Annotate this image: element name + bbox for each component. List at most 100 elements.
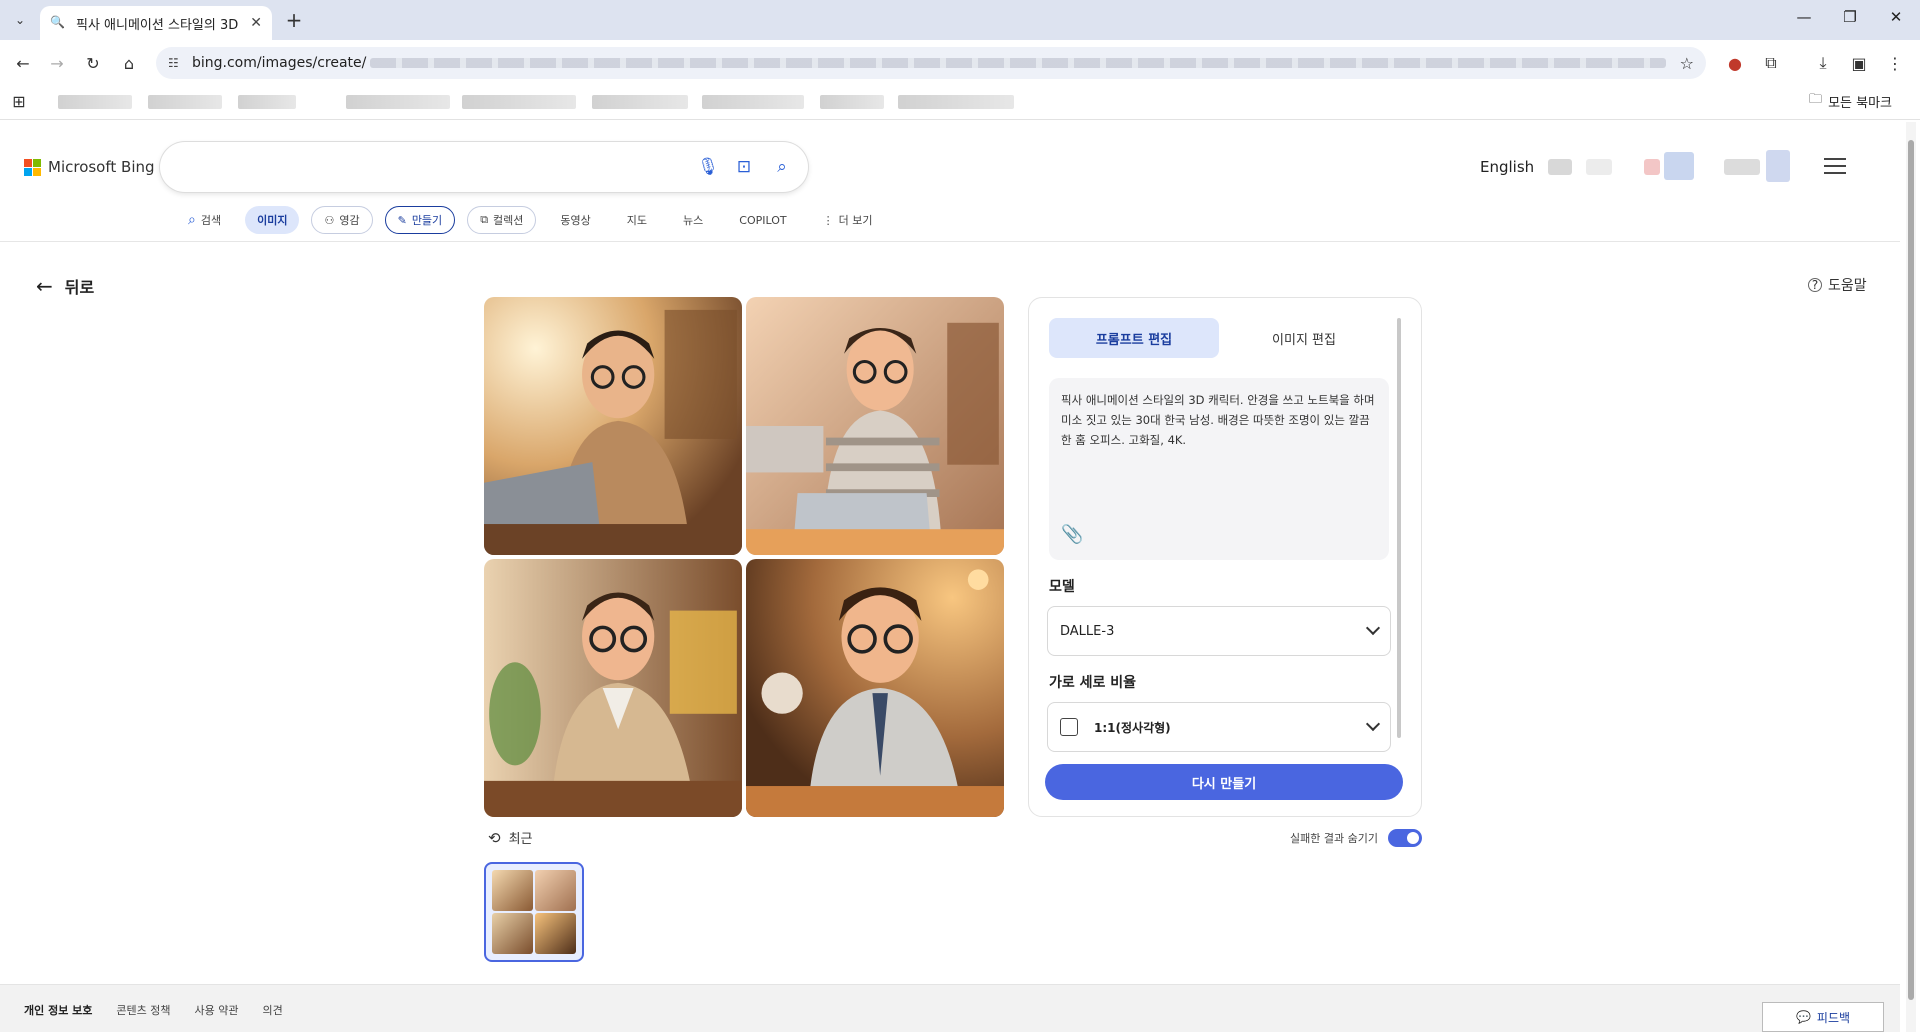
- new-tab-icon[interactable]: +: [282, 8, 306, 32]
- folder-icon: 🗀: [1809, 92, 1823, 107]
- apps-grid-icon[interactable]: ⊞: [6, 88, 32, 114]
- generated-image[interactable]: [484, 297, 742, 555]
- nav-collections[interactable]: ⧉ 컬렉션: [467, 206, 537, 234]
- tab-title: 픽사 애니메이션 스타일의 3D: [76, 17, 239, 33]
- feedback-button[interactable]: 💬 피드백: [1762, 1002, 1884, 1032]
- chrome-menu-icon[interactable]: ⋮: [1882, 50, 1908, 76]
- nav-images[interactable]: 이미지: [245, 206, 300, 234]
- blurred-header-item[interactable]: [1548, 159, 1572, 175]
- extension-icon[interactable]: ●: [1722, 50, 1748, 76]
- prompt-text: 픽사 애니메이션 스타일의 3D 캐릭터. 안경을 쓰고 노트북을 하며 미소 …: [1061, 393, 1375, 447]
- bing-logo[interactable]: Microsoft Bing: [24, 158, 155, 176]
- page-scrollbar[interactable]: [1906, 122, 1916, 1032]
- more-dots-icon: ⋮: [822, 213, 834, 227]
- model-select[interactable]: DALLE-3: [1047, 606, 1391, 656]
- tab-edit-prompt[interactable]: 프롬프트 편집: [1049, 318, 1219, 358]
- help-label: 도움말: [1828, 278, 1867, 294]
- close-tab-icon[interactable]: ✕: [250, 15, 262, 31]
- bookmark-star-icon[interactable]: ☆: [1680, 54, 1694, 73]
- browser-tab[interactable]: 🔍 픽사 애니메이션 스타일의 3D ✕: [40, 6, 272, 40]
- nav-label: 지도: [626, 214, 648, 227]
- recent-header: ⟲ 최근: [488, 828, 533, 848]
- blurred-header-item[interactable]: [1586, 159, 1612, 175]
- panel-scrollbar[interactable]: [1397, 318, 1401, 738]
- help-icon: ?: [1808, 278, 1822, 292]
- nav-inspiration[interactable]: ⚇ 영감: [311, 206, 373, 234]
- bookmark-item[interactable]: [238, 95, 296, 109]
- nav-create[interactable]: ✎ 만들기: [384, 206, 456, 234]
- all-bookmarks[interactable]: 🗀 모든 북마크: [1809, 90, 1892, 112]
- forward-nav-icon[interactable]: →: [44, 50, 70, 76]
- back-nav-icon[interactable]: ←: [10, 50, 36, 76]
- tab-edit-image[interactable]: 이미지 편집: [1219, 318, 1389, 358]
- recent-label: 최근: [508, 832, 533, 847]
- aspect-ratio-value: 1:1(정사각형): [1094, 720, 1171, 735]
- nav-label: 더 보기: [838, 214, 873, 227]
- bookmark-item[interactable]: [346, 95, 450, 109]
- nav-videos[interactable]: 동영상: [548, 206, 602, 234]
- menu-icon[interactable]: [1824, 158, 1846, 174]
- home-icon[interactable]: ⌂: [116, 50, 142, 76]
- footer-links: 개인 정보 보호 콘텐츠 정책 사용 약관 의견: [24, 1002, 283, 1018]
- nav-label: COPILOT: [739, 213, 787, 227]
- footer-link-privacy[interactable]: 개인 정보 보호: [24, 1002, 92, 1018]
- blurred-header-item[interactable]: [1644, 159, 1660, 175]
- rewards-icon[interactable]: [1664, 152, 1694, 180]
- thumbnail-image: [535, 870, 576, 911]
- search-icon[interactable]: ⌕: [770, 155, 794, 179]
- logo-text: Microsoft Bing: [48, 158, 155, 176]
- recent-thumbnail[interactable]: [484, 862, 584, 962]
- reload-icon[interactable]: ↻: [80, 50, 106, 76]
- attach-paperclip-icon[interactable]: 📎: [1061, 524, 1083, 545]
- address-bar[interactable]: ☷ bing.com/images/create/ ☆: [156, 47, 1706, 79]
- footer-link-content-policy[interactable]: 콘텐츠 정책: [116, 1002, 170, 1018]
- hide-failed-toggle[interactable]: [1387, 829, 1422, 847]
- nav-label: 컬렉션: [493, 214, 524, 227]
- nav-copilot[interactable]: COPILOT: [727, 206, 798, 234]
- back-button[interactable]: ← 뒤로: [36, 274, 94, 298]
- bookmark-item[interactable]: [702, 95, 804, 109]
- download-icon[interactable]: ⤓: [1810, 50, 1836, 76]
- nav-more[interactable]: ⋮ 더 보기: [811, 206, 885, 234]
- bookmark-item[interactable]: [58, 95, 132, 109]
- generated-image[interactable]: [746, 297, 1004, 555]
- site-info-icon[interactable]: ☷: [168, 56, 179, 70]
- search-icon: ⌕: [188, 212, 196, 228]
- generated-image[interactable]: [746, 559, 1004, 817]
- hide-failed-label: 실패한 결과 숨기기: [1290, 832, 1378, 845]
- inspiration-icon: ⚇: [324, 213, 335, 227]
- footer-link-terms[interactable]: 사용 약관: [195, 1002, 239, 1018]
- restore-icon[interactable]: ❐: [1838, 8, 1862, 26]
- blurred-header-item[interactable]: [1724, 159, 1760, 175]
- nav-label: 영감: [339, 214, 360, 227]
- close-window-icon[interactable]: ✕: [1884, 8, 1908, 26]
- create-icon: ✎: [397, 213, 407, 227]
- profile-icon[interactable]: ▣: [1846, 50, 1872, 76]
- microphone-icon[interactable]: 🎙: [696, 155, 720, 179]
- bing-nav: ⌕ 검색 이미지 ⚇ 영감 ✎ 만들기 ⧉ 컬렉션 동영상 지도 뉴스 COPILOT …: [176, 206, 897, 234]
- generated-image[interactable]: [484, 559, 742, 817]
- bookmark-item[interactable]: [592, 95, 688, 109]
- language-link[interactable]: English: [1480, 158, 1534, 176]
- extensions-puzzle-icon[interactable]: ⧉: [1758, 50, 1784, 76]
- account-avatar[interactable]: [1766, 150, 1790, 182]
- generated-image-grid: [484, 297, 1004, 817]
- prompt-textarea[interactable]: 픽사 애니메이션 스타일의 3D 캐릭터. 안경을 쓰고 노트북을 하며 미소 …: [1049, 378, 1389, 560]
- bookmark-item[interactable]: [148, 95, 222, 109]
- minimize-icon[interactable]: —: [1792, 8, 1816, 26]
- nav-maps[interactable]: 지도: [615, 206, 659, 234]
- visual-search-icon[interactable]: ⊡: [732, 155, 756, 179]
- tab-search-menu-icon[interactable]: ⌄: [8, 8, 32, 32]
- microsoft-logo-icon: [24, 158, 41, 176]
- nav-news[interactable]: 뉴스: [671, 206, 715, 234]
- bookmark-item[interactable]: [462, 95, 576, 109]
- help-link[interactable]: ? 도움말: [1808, 275, 1867, 295]
- aspect-ratio-select[interactable]: 1:1(정사각형): [1047, 702, 1391, 752]
- nav-search[interactable]: ⌕ 검색: [176, 206, 233, 234]
- footer-link-feedback[interactable]: 의견: [262, 1002, 282, 1018]
- regenerate-button[interactable]: 다시 만들기: [1045, 764, 1403, 800]
- footer: [0, 984, 1900, 1032]
- nav-label: 동영상: [560, 214, 591, 227]
- bookmark-item[interactable]: [898, 95, 1014, 109]
- bookmark-item[interactable]: [820, 95, 884, 109]
